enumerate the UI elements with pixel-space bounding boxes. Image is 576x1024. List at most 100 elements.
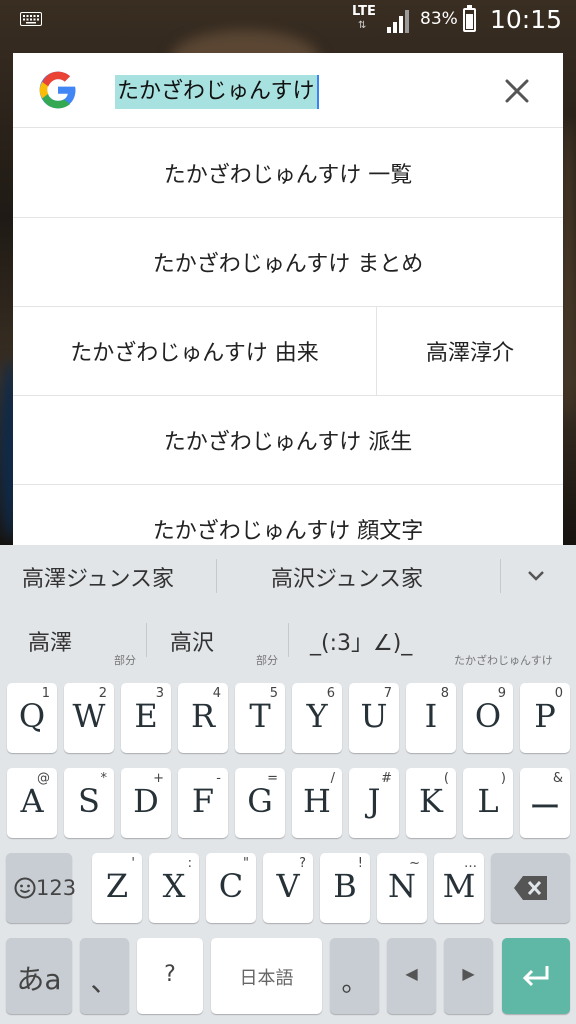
key-W[interactable]: 2W <box>64 683 114 753</box>
key-Z[interactable]: ' Z <box>92 853 142 923</box>
suggestion-item[interactable]: たかざわじゅんすけ 派生 <box>13 395 563 485</box>
data-activity-icon: ⇅ <box>358 20 367 31</box>
key-label: W <box>72 697 106 735</box>
divider <box>216 559 217 593</box>
key-V[interactable]: ? V <box>263 853 313 923</box>
battery-percent: 83% <box>420 9 458 29</box>
google-logo-icon[interactable] <box>38 70 78 110</box>
candidate-row: 高澤 部分 高沢 部分 _(:3」∠)_ たかざわじゅんすけ <box>0 607 576 669</box>
key-X[interactable]: :X <box>149 853 199 923</box>
period-key-label: 。 <box>341 968 368 998</box>
key-label: Y <box>306 697 328 735</box>
cursor-left-key[interactable]: ◀ <box>387 938 436 1014</box>
key-K[interactable]: (K <box>406 768 456 838</box>
left-arrow-icon: ◀ <box>405 964 418 983</box>
key-A[interactable]: @ A <box>7 768 57 838</box>
symbols-key[interactable]: 123 <box>6 853 76 923</box>
key-Q[interactable]: 1Q <box>7 683 57 753</box>
key-J[interactable]: # J <box>349 768 399 838</box>
search-bar: たかざわじゅんすけ <box>13 53 563 128</box>
question-key-label: ? <box>164 962 176 987</box>
key-H[interactable]: / H <box>292 768 342 838</box>
key-B[interactable]: ! B <box>320 853 370 923</box>
search-input[interactable]: たかざわじゅんすけ <box>115 75 319 109</box>
comma-key[interactable]: 、 <box>80 938 129 1014</box>
key-F[interactable]: -F <box>178 768 228 838</box>
suggestion-item[interactable]: 高澤淳介 <box>377 306 563 396</box>
key-label: Q <box>18 697 46 735</box>
key-label: C <box>218 867 244 905</box>
enter-icon <box>522 966 549 987</box>
num-key-label: 123 <box>36 876 77 900</box>
key-label: F <box>191 782 215 820</box>
candidate-tag: 部分 <box>256 654 278 667</box>
question-key[interactable]: ? <box>137 938 203 1014</box>
backspace-key[interactable] <box>491 853 570 923</box>
key-label: N <box>388 867 416 905</box>
suggestion-item[interactable]: たかざわじゅんすけ 由来 <box>13 306 377 396</box>
key-label: A <box>20 782 44 820</box>
expand-candidates-icon[interactable] <box>524 565 548 585</box>
key-C[interactable]: " C <box>206 853 256 923</box>
key-label: S <box>78 782 100 820</box>
input-mode-key[interactable]: あa <box>6 938 72 1014</box>
candidate-word[interactable]: 高澤ジュンス家 <box>22 561 174 593</box>
key-label: G <box>247 782 273 820</box>
backspace-icon <box>514 876 547 900</box>
key-P[interactable]: 0P <box>520 683 570 753</box>
key-R[interactable]: 4R <box>178 683 228 753</box>
key-label: P <box>534 697 556 735</box>
key-label: U <box>360 697 388 735</box>
key-M[interactable]: … M <box>434 853 484 923</box>
divider <box>500 559 501 593</box>
signal-strength-icon <box>387 10 409 33</box>
key-ー[interactable]: & ー <box>520 768 570 838</box>
key-D[interactable]: + D <box>121 768 171 838</box>
key-label: B <box>333 867 357 905</box>
suggestion-item[interactable]: たかざわじゅんすけ 一覧 <box>13 128 563 218</box>
clock: 10:15 <box>490 5 563 34</box>
candidate-tag[interactable]: たかざわじゅんすけ <box>454 652 553 668</box>
key-S[interactable]: * S <box>64 768 114 838</box>
search-suggestion-card: たかざわじゅんすけ たかざわじゅんすけ 一覧 たかざわじゅんすけ まとめ たかざ… <box>13 53 563 545</box>
key-G[interactable]: = G <box>235 768 285 838</box>
candidate-word[interactable]: _(:3」∠)_ <box>310 625 412 657</box>
input-mode-label: あa <box>16 963 62 996</box>
candidate-word[interactable]: 高澤 <box>28 625 72 657</box>
divider <box>146 623 147 657</box>
keyboard-notification-icon <box>20 12 42 26</box>
key-Y[interactable]: 6Y <box>292 683 342 753</box>
key-label: Z <box>105 867 129 905</box>
clear-search-icon[interactable] <box>499 73 535 109</box>
enter-key[interactable] <box>502 938 570 1014</box>
period-key[interactable]: 。 <box>330 938 379 1014</box>
key-T[interactable]: 5T <box>235 683 285 753</box>
comma-key-label: 、 <box>90 965 119 998</box>
key-label: O <box>474 697 502 735</box>
key-label: X <box>162 867 186 905</box>
candidate-word[interactable]: 高沢ジュンス家 <box>271 561 423 593</box>
suggestion-item[interactable]: たかざわじゅんすけ まとめ <box>13 217 563 307</box>
key-N[interactable]: ~ N <box>377 853 427 923</box>
status-bar: LTE ⇅ 83% 10:15 <box>0 0 576 42</box>
key-label: ー <box>528 788 561 826</box>
key-label: I <box>424 697 438 735</box>
key-label: R <box>190 697 216 735</box>
suggestion-item[interactable]: たかざわじゅんすけ 顔文字 <box>13 484 563 545</box>
key-label: E <box>134 697 158 735</box>
space-key[interactable]: 日本語 <box>211 938 322 1014</box>
candidate-row: 高澤ジュンス家 高沢ジュンス家 <box>0 545 576 607</box>
key-I[interactable]: 8I <box>406 683 456 753</box>
key-label: T <box>249 697 271 735</box>
key-label: K <box>419 782 443 820</box>
key-L[interactable]: ) L <box>463 768 513 838</box>
key-U[interactable]: 7U <box>349 683 399 753</box>
key-label: V <box>276 867 300 905</box>
battery-icon <box>463 5 476 32</box>
candidate-word[interactable]: 高沢 <box>170 625 214 657</box>
key-label: L <box>477 782 499 820</box>
key-E[interactable]: 3E <box>121 683 171 753</box>
cursor-right-key[interactable]: ▶ <box>444 938 493 1014</box>
emoji-icon <box>14 877 36 899</box>
key-O[interactable]: 9O <box>463 683 513 753</box>
